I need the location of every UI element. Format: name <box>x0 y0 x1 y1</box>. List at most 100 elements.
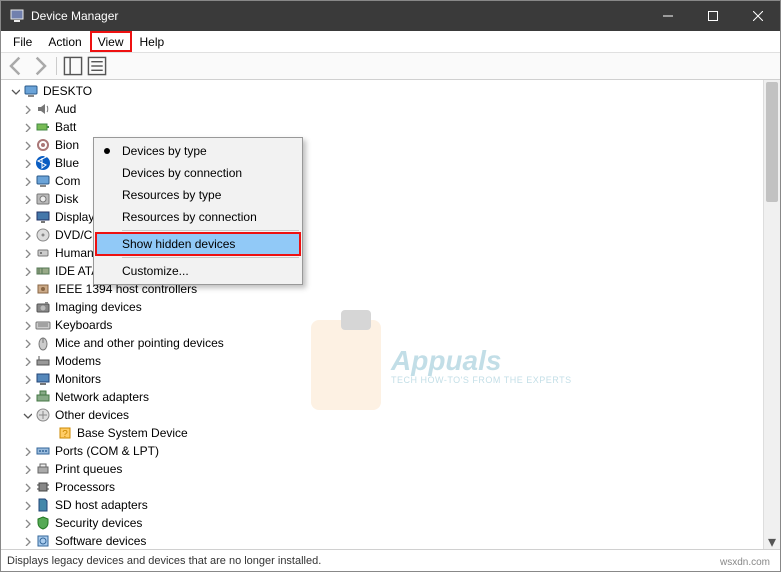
vertical-scrollbar[interactable]: ▴ ▾ <box>763 80 780 550</box>
expander-icon[interactable] <box>21 301 33 313</box>
close-button[interactable] <box>735 1 780 31</box>
keyboard-icon <box>35 317 51 333</box>
tree-item-print-queues[interactable]: Print queues <box>5 460 780 478</box>
maximize-button[interactable] <box>690 1 735 31</box>
view-menu-dropdown: Devices by type Devices by connection Reso… <box>93 137 303 285</box>
menu-help[interactable]: Help <box>132 31 173 52</box>
expander-icon[interactable] <box>21 103 33 115</box>
app-icon <box>9 8 25 24</box>
forward-button[interactable] <box>29 55 51 77</box>
tree-item-batteries[interactable]: Batt <box>5 118 780 136</box>
tree-item-label: Mice and other pointing devices <box>55 336 224 350</box>
expander-icon[interactable] <box>21 139 33 151</box>
tree-item-sd-host-adapters[interactable]: SD host adapters <box>5 496 780 514</box>
tree-item-imaging-devices[interactable]: Imaging devices <box>5 298 780 316</box>
battery-icon <box>35 119 51 135</box>
tree-item-other-devices[interactable]: Other devices <box>5 406 780 424</box>
menu-item-label: Customize... <box>122 264 189 278</box>
tree-item-label: Blue <box>55 156 79 170</box>
tree-item-label: Batt <box>55 120 76 134</box>
expander-icon[interactable] <box>21 355 33 367</box>
menu-item-customize-[interactable]: Customize... <box>96 260 300 282</box>
expander-icon[interactable] <box>21 481 33 493</box>
ieee-icon <box>35 281 51 297</box>
tree-item-base-system-device[interactable]: ? Base System Device <box>5 424 780 442</box>
menu-view[interactable]: View <box>90 31 132 52</box>
tree-item-mice-and-other-pointing-devices[interactable]: Mice and other pointing devices <box>5 334 780 352</box>
properties-button[interactable] <box>86 55 108 77</box>
menu-item-label: Resources by connection <box>122 210 257 224</box>
unknown-icon: ? <box>57 425 73 441</box>
expander-icon[interactable] <box>9 85 21 97</box>
tree-item-label: Ports (COM & LPT) <box>55 444 159 458</box>
expander-icon[interactable] <box>21 283 33 295</box>
expander-icon[interactable] <box>21 157 33 169</box>
tree-root[interactable]: DESKTO <box>5 82 780 100</box>
hid-icon <box>35 245 51 261</box>
scroll-down-arrow[interactable]: ▾ <box>764 533 780 550</box>
monitor-icon <box>35 371 51 387</box>
imaging-icon <box>35 299 51 315</box>
expander-icon[interactable] <box>21 391 33 403</box>
menu-item-show-hidden-devices[interactable]: Show hidden devices <box>96 233 300 255</box>
expander-icon[interactable] <box>21 211 33 223</box>
menu-item-devices-by-type[interactable]: Devices by type <box>96 140 300 162</box>
tree-item-label: Base System Device <box>77 426 188 440</box>
expander-icon[interactable] <box>21 463 33 475</box>
expander-icon[interactable] <box>21 337 33 349</box>
tree-item-audio-inputs-and-outputs[interactable]: Aud <box>5 100 780 118</box>
expander-icon[interactable] <box>21 193 33 205</box>
expander-icon[interactable] <box>21 409 33 421</box>
tree-item-network-adapters[interactable]: Network adapters <box>5 388 780 406</box>
expander-icon[interactable] <box>21 247 33 259</box>
tree-item-label: Com <box>55 174 80 188</box>
expander-icon[interactable] <box>21 319 33 331</box>
tree-item-processors[interactable]: Processors <box>5 478 780 496</box>
tree-item-security-devices[interactable]: Security devices <box>5 514 780 532</box>
tree-item-label: Keyboards <box>55 318 112 332</box>
modem-icon <box>35 353 51 369</box>
minimize-button[interactable] <box>645 1 690 31</box>
window-controls <box>645 1 780 31</box>
tree-item-label: Imaging devices <box>55 300 142 314</box>
expander-icon[interactable] <box>21 535 33 547</box>
toolbar <box>1 53 780 80</box>
expander-icon[interactable] <box>21 517 33 529</box>
tree-item-label: Print queues <box>55 462 122 476</box>
menu-item-resources-by-connection[interactable]: Resources by connection <box>96 206 300 228</box>
software-icon <box>35 533 51 549</box>
menu-item-label: Devices by connection <box>122 166 242 180</box>
menu-action[interactable]: Action <box>40 31 89 52</box>
expander-icon[interactable] <box>21 499 33 511</box>
expander-icon[interactable] <box>21 445 33 457</box>
tree-item-modems[interactable]: Modems <box>5 352 780 370</box>
expander-icon[interactable] <box>21 175 33 187</box>
tree-item-label: Modems <box>55 354 101 368</box>
menu-item-devices-by-connection[interactable]: Devices by connection <box>96 162 300 184</box>
menu-separator <box>122 257 299 258</box>
scroll-thumb[interactable] <box>766 82 778 202</box>
svg-text:?: ? <box>62 429 68 440</box>
ports-icon <box>35 443 51 459</box>
statusbar-text: Displays legacy devices and devices that… <box>7 555 321 567</box>
menu-item-label: Resources by type <box>122 188 221 202</box>
expander-icon[interactable] <box>21 229 33 241</box>
statusbar: Displays legacy devices and devices that… <box>1 549 780 571</box>
sd-icon <box>35 497 51 513</box>
expander-icon[interactable] <box>21 373 33 385</box>
disk-icon <box>35 191 51 207</box>
attribution-text: wsxdn.com <box>720 557 770 568</box>
audio-icon <box>35 101 51 117</box>
tree-item-label: Other devices <box>55 408 129 422</box>
menu-item-resources-by-type[interactable]: Resources by type <box>96 184 300 206</box>
expander-icon[interactable] <box>21 265 33 277</box>
tree-item-software-devices[interactable]: Software devices <box>5 532 780 550</box>
tree-item-label: SD host adapters <box>55 498 148 512</box>
back-button[interactable] <box>5 55 27 77</box>
tree-item-ports-com-lpt-[interactable]: Ports (COM & LPT) <box>5 442 780 460</box>
show-hide-console-button[interactable] <box>62 55 84 77</box>
tree-item-monitors[interactable]: Monitors <box>5 370 780 388</box>
menu-file[interactable]: File <box>5 31 40 52</box>
tree-item-keyboards[interactable]: Keyboards <box>5 316 780 334</box>
expander-icon[interactable] <box>21 121 33 133</box>
